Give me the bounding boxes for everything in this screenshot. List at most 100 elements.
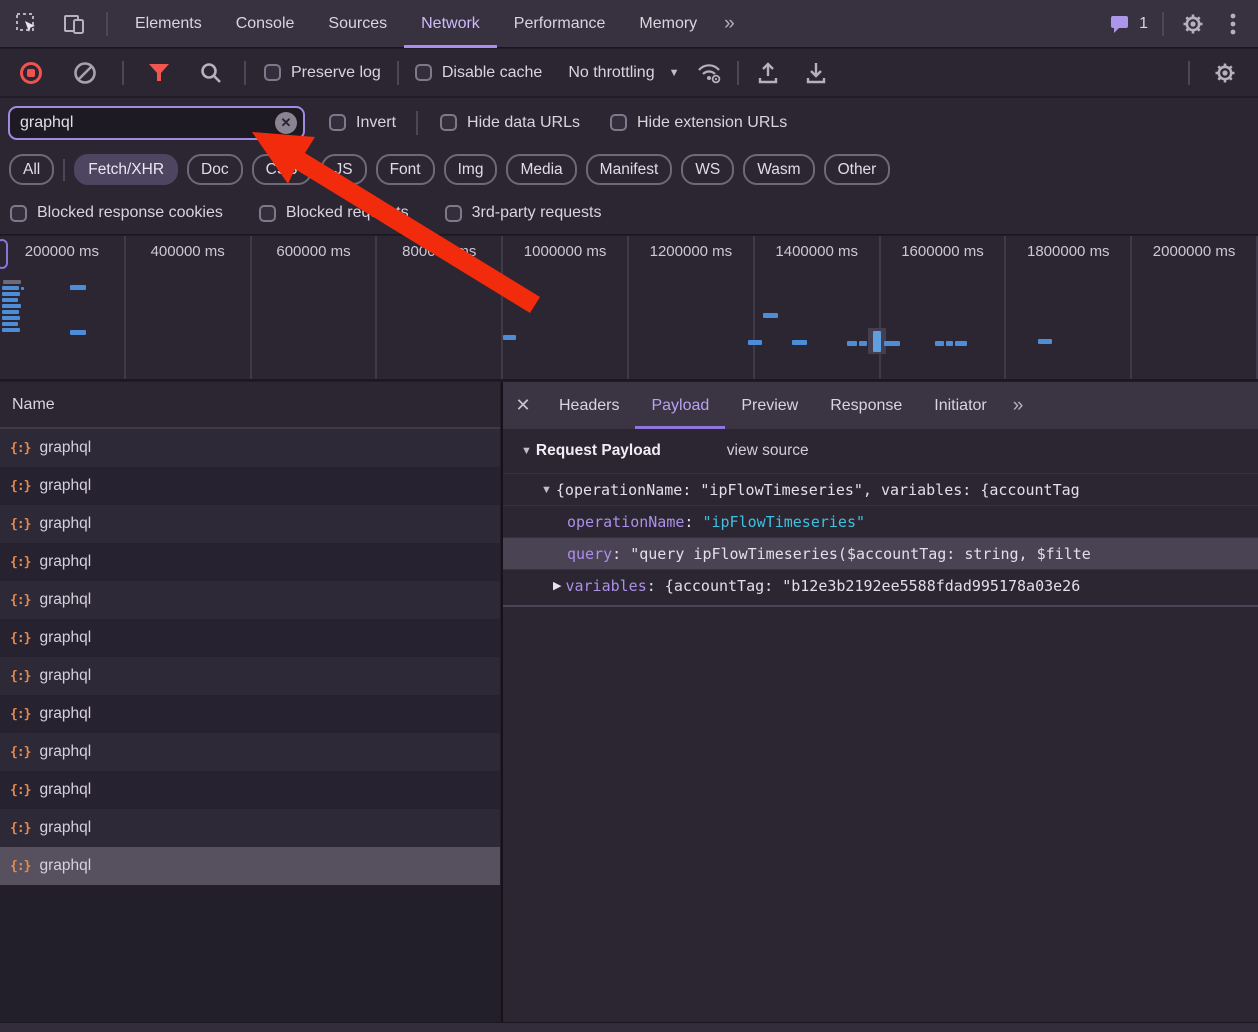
network-conditions-icon[interactable] [697,60,723,86]
request-row[interactable]: {:}graphql [0,695,500,733]
filter-clear-icon[interactable]: ✕ [275,112,297,134]
timeline-tick-label: 1000000 ms [503,243,627,260]
request-row[interactable]: {:}graphql [0,581,500,619]
request-row[interactable]: {:}graphql [0,429,500,467]
payload-variables-row[interactable]: ▶ variables: {accountTag: "b12e3b2192ee5… [503,569,1258,601]
dropdown-arrow-icon: ▼ [669,67,680,79]
variables-expand-icon[interactable]: ▶ [553,579,561,592]
detail-tab-payload[interactable]: Payload [635,382,725,429]
type-chip-ws[interactable]: WS [681,154,734,185]
main-tab-network[interactable]: Network [404,0,497,48]
request-name: graphql [39,629,91,647]
search-icon[interactable] [198,60,224,86]
har-import-icon[interactable] [755,60,781,86]
waterfall-bar [859,341,867,346]
overview-scroll-handle[interactable] [0,239,8,269]
request-row[interactable]: {:}graphql [0,771,500,809]
payload-summary-row[interactable]: ▼ {operationName: "ipFlowTimeseries", va… [503,473,1258,505]
filter-icon[interactable] [146,60,172,86]
filter-input[interactable] [10,114,303,132]
type-chip-manifest[interactable]: Manifest [586,154,673,185]
clear-network-log-icon[interactable] [72,60,98,86]
timeline-column: 200000 ms [0,236,126,381]
json-braces-icon: {:} [10,555,30,570]
disable-cache-label: Disable cache [442,64,543,82]
kebab-menu-icon[interactable] [1220,11,1246,37]
request-type-chips: All Fetch/XHR Doc CSS JS Font Img Media Manifest… [0,147,1258,192]
detail-tab-preview[interactable]: Preview [725,382,814,429]
request-name: graphql [39,439,91,457]
type-chip-css[interactable]: CSS [252,154,312,185]
payload-collapse-icon[interactable]: ▼ [521,445,532,457]
request-row[interactable]: {:}graphql [0,505,500,543]
waterfall-bar [763,313,778,318]
close-icon[interactable]: ✕ [503,395,543,416]
type-chip-img[interactable]: Img [444,154,498,185]
hide-data-urls-checkbox[interactable]: Hide data URLs [440,114,580,132]
detail-tab-headers[interactable]: Headers [543,382,635,429]
device-toolbar-icon[interactable] [62,11,88,37]
issues-count: 1 [1139,15,1148,33]
issues-message-icon[interactable] [1107,11,1133,37]
waterfall-bar [884,341,900,346]
throttling-value: No throttling [568,64,654,82]
type-chip-other[interactable]: Other [824,154,891,185]
invert-label: Invert [356,114,396,132]
view-source-link[interactable]: view source [727,442,809,460]
network-overview-timeline[interactable]: 200000 ms400000 ms600000 ms800000 ms1000… [0,236,1258,381]
summary-expand-icon[interactable]: ▼ [541,484,552,496]
payload-query-row[interactable]: query: "query ipFlowTimeseries($accountT… [503,537,1258,569]
waterfall-bar [1038,339,1052,344]
request-name: graphql [39,591,91,609]
type-chip-all[interactable]: All [9,154,54,185]
payload-operation-row[interactable]: operationName: "ipFlowTimeseries" [503,505,1258,537]
json-braces-icon: {:} [10,707,30,722]
detail-tab-response[interactable]: Response [814,382,918,429]
main-tab-console[interactable]: Console [219,0,312,48]
request-row[interactable]: {:}graphql [0,733,500,771]
name-column-header[interactable]: Name [0,382,500,429]
request-row[interactable]: {:}graphql [0,619,500,657]
type-chip-wasm[interactable]: Wasm [743,154,814,185]
network-settings-gear-icon[interactable] [1212,60,1238,86]
request-row[interactable]: {:}graphql [0,657,500,695]
inspect-element-icon[interactable] [14,11,40,37]
blocked-cookies-checkbox[interactable]: Blocked response cookies [10,204,223,222]
request-row[interactable]: {:}graphql [0,467,500,505]
type-chip-js[interactable]: JS [321,154,367,185]
request-row[interactable]: {:}graphql [0,847,500,885]
timeline-column: 1200000 ms [629,236,755,381]
invert-checkbox[interactable]: Invert [329,114,396,132]
detail-tab-initiator[interactable]: Initiator [918,382,1002,429]
type-chip-media[interactable]: Media [506,154,576,185]
main-tab-elements[interactable]: Elements [118,0,219,48]
type-chip-font[interactable]: Font [376,154,435,185]
main-tab-sources[interactable]: Sources [311,0,404,48]
main-tab-memory[interactable]: Memory [622,0,714,48]
waterfall-bar [2,328,20,332]
disable-cache-checkbox[interactable]: Disable cache [415,64,543,82]
blocked-requests-checkbox[interactable]: Blocked requests [259,204,409,222]
json-braces-icon: {:} [10,821,30,836]
waterfall-bar [847,341,857,346]
request-row[interactable]: {:} graphql [0,543,500,581]
hide-extension-urls-checkbox[interactable]: Hide extension URLs [610,114,787,132]
waterfall-bar [3,280,21,284]
timeline-tick-label: 1200000 ms [629,243,753,260]
throttling-dropdown[interactable]: No throttling ▼ [568,64,679,82]
main-tab-performance[interactable]: Performance [497,0,623,48]
waterfall-bar [2,292,20,296]
har-export-icon[interactable] [803,60,829,86]
type-chip-fetch-xhr[interactable]: Fetch/XHR [74,154,178,185]
detail-more-tabs-icon[interactable]: » [1003,395,1032,417]
record-network-log-icon[interactable] [18,60,44,86]
request-name: graphql [39,553,91,571]
settings-gear-icon[interactable] [1180,11,1206,37]
preserve-log-checkbox[interactable]: Preserve log [264,64,381,82]
more-tabs-icon[interactable]: » [714,13,743,35]
type-chip-doc[interactable]: Doc [187,154,243,185]
request-row[interactable]: {:}graphql [0,809,500,847]
blocked-cookies-label: Blocked response cookies [37,204,223,222]
request-list-panel: Name {:}graphql{:}graphql{:}graphql{:}gr… [0,382,500,1022]
third-party-requests-checkbox[interactable]: 3rd-party requests [445,204,602,222]
